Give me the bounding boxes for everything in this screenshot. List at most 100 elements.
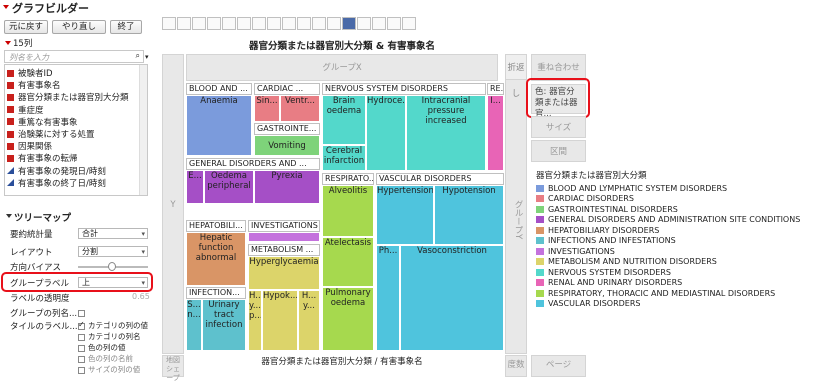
tile-urinary[interactable]: Urinary tract infection: [202, 299, 246, 351]
treemap-panel-header[interactable]: ツリーマップ: [2, 210, 152, 224]
option-checkbox[interactable]: [78, 320, 85, 330]
option-checkbox[interactable]: [78, 333, 85, 341]
page-dropzone[interactable]: ページ: [531, 355, 586, 377]
column-item[interactable]: 有害事象の転帰: [7, 152, 78, 164]
line-icon[interactable]: [237, 17, 251, 30]
tile-hydroce[interactable]: Hydroce...: [366, 95, 406, 171]
tile-i[interactable]: I...: [487, 95, 504, 171]
area-icon[interactable]: [267, 17, 281, 30]
wrap-dropzone[interactable]: 折返し: [505, 54, 527, 99]
histogram-icon[interactable]: [297, 17, 311, 30]
contour-icon[interactable]: [222, 17, 236, 30]
tile-hypertension[interactable]: Hypertension: [376, 185, 434, 245]
tile-label-option[interactable]: 色の列の値: [78, 342, 158, 353]
bar-icon[interactable]: [252, 17, 266, 30]
column-item[interactable]: 被験者ID: [7, 67, 53, 79]
column-search-input[interactable]: 列名を入力 ⌕: [4, 50, 144, 63]
size-dropzone[interactable]: サイズ: [531, 116, 586, 138]
legend-item[interactable]: INFECTIONS AND INFESTATIONS: [536, 236, 816, 247]
tile-hypok[interactable]: Hypok...: [262, 290, 298, 351]
mosaic-icon[interactable]: [357, 17, 371, 30]
tile-label-option[interactable]: サイズの列の値: [78, 364, 158, 375]
legend-item[interactable]: CARDIAC DISORDERS: [536, 194, 816, 205]
tile-investigations[interactable]: [248, 232, 320, 242]
legend-item[interactable]: GENERAL DISORDERS AND ADMINISTRATION SIT…: [536, 215, 816, 226]
bias-slider-handle[interactable]: [108, 262, 116, 271]
column-item[interactable]: 有害事象の終了日/時刻: [7, 177, 106, 189]
tile-label-option[interactable]: カテゴリの列名: [78, 331, 158, 342]
group-colname-checkbox[interactable]: [78, 310, 85, 317]
points-icon[interactable]: [162, 17, 176, 30]
tile-label-option[interactable]: 色の列の名前: [78, 353, 158, 364]
tile-s[interactable]: S... n...: [186, 299, 202, 351]
column-collapse-icon[interactable]: [5, 41, 11, 45]
treemap-icon[interactable]: [342, 17, 356, 30]
overlay-dropzone[interactable]: 重ね合わせ: [531, 54, 586, 81]
ellipse-icon[interactable]: [207, 17, 221, 30]
tile-vasoconstriction[interactable]: Vasoconstriction: [400, 245, 504, 351]
heatmap-icon[interactable]: [312, 17, 326, 30]
box-plot-icon[interactable]: [282, 17, 296, 30]
column-item[interactable]: 重篤な有害事象: [7, 116, 78, 128]
tile-hyperglycaemia[interactable]: Hyperglycaemia: [248, 256, 320, 290]
tile-ventr[interactable]: Ventr...: [280, 95, 320, 122]
tile-h-small2[interactable]: H... y...: [298, 290, 320, 351]
caption-box-icon[interactable]: [372, 17, 386, 30]
legend-item[interactable]: GASTROINTESTINAL DISORDERS: [536, 204, 816, 215]
tile-sin[interactable]: Sin...: [254, 95, 280, 122]
tile-h-small[interactable]: H... y... p...: [248, 290, 262, 351]
tile-hypotension[interactable]: Hypotension: [434, 185, 504, 245]
tile-atelectasis[interactable]: Atelectasis: [322, 237, 374, 287]
layout-select[interactable]: 分割 ▾: [78, 246, 148, 257]
done-button[interactable]: 終了: [110, 20, 142, 34]
tile-label-option[interactable]: カテゴリの列の値: [78, 320, 158, 331]
legend-item[interactable]: HEPATOBILIARY DISORDERS: [536, 225, 816, 236]
tile-intracranial[interactable]: Intracranial pressure increased: [406, 95, 486, 171]
column-item[interactable]: 重症度: [7, 104, 44, 116]
y-dropzone[interactable]: Y: [162, 54, 184, 354]
tile-brain-oedema[interactable]: Brain oedema: [322, 95, 366, 145]
tile-pyrexia[interactable]: Pyrexia: [254, 170, 320, 204]
tile-anaemia[interactable]: Anaemia: [186, 95, 252, 156]
freq-dropzone[interactable]: 度数: [505, 355, 527, 377]
group-x-dropzone[interactable]: グループX: [186, 54, 498, 81]
tile-e[interactable]: E...: [186, 170, 204, 204]
column-list-scrollbar[interactable]: [139, 65, 147, 195]
column-item[interactable]: 因果関係: [7, 140, 52, 152]
column-item[interactable]: 有害事象の発現日/時刻: [7, 165, 106, 177]
redo-button[interactable]: やり直し: [52, 20, 106, 34]
column-item[interactable]: 治験薬に対する処置: [7, 128, 95, 140]
pie-icon[interactable]: [327, 17, 341, 30]
legend-item[interactable]: VASCULAR DISORDERS: [536, 299, 816, 310]
legend-item[interactable]: RESPIRATORY, THORACIC AND MEDIASTINAL DI…: [536, 288, 816, 299]
column-item[interactable]: 器官分類または器官別大分類: [7, 91, 129, 103]
tile-alveolitis[interactable]: Alveolitis: [322, 185, 374, 237]
legend-item[interactable]: NERVOUS SYSTEM DISORDERS: [536, 267, 816, 278]
summary-stat-select[interactable]: 合計 ▾: [78, 228, 148, 239]
option-checkbox[interactable]: [78, 366, 85, 374]
formula-icon[interactable]: [387, 17, 401, 30]
smoother-icon[interactable]: [177, 17, 191, 30]
treemap-collapse-icon[interactable]: [6, 214, 12, 218]
x-dropzone[interactable]: 器官分類または器官別大分類 / 有害事象名: [186, 355, 498, 377]
map-shape-dropzone[interactable]: 地図シェープ: [162, 355, 184, 382]
legend-item[interactable]: METABOLISM AND NUTRITION DISORDERS: [536, 257, 816, 268]
column-item[interactable]: 有害事象名: [7, 79, 61, 91]
map-icon[interactable]: [402, 17, 416, 30]
tile-cerebral[interactable]: Cerebral infarction: [322, 145, 366, 171]
tile-vomiting[interactable]: Vomiting: [254, 135, 320, 156]
undo-button[interactable]: 元に戻す: [4, 20, 48, 34]
tile-oedema-peripheral[interactable]: Oedema peripheral: [204, 170, 254, 204]
section-dropzone[interactable]: 区間: [531, 140, 586, 162]
tile-pulmonary-oedema[interactable]: Pulmonary oedema: [322, 287, 374, 351]
option-checkbox[interactable]: [78, 355, 85, 363]
legend-item[interactable]: BLOOD AND LYMPHATIC SYSTEM DISORDERS: [536, 183, 816, 194]
legend-item[interactable]: RENAL AND URINARY DISORDERS: [536, 278, 816, 289]
search-icon[interactable]: ⌕: [136, 51, 140, 61]
tile-hepatic[interactable]: Hepatic function abnormal: [186, 232, 246, 286]
tile-ph[interactable]: Ph...: [376, 245, 400, 351]
legend-item[interactable]: INVESTIGATIONS: [536, 246, 816, 257]
collapse-icon[interactable]: [3, 5, 9, 9]
search-options-icon[interactable]: ▾: [145, 53, 149, 61]
line-of-fit-icon[interactable]: [192, 17, 206, 30]
